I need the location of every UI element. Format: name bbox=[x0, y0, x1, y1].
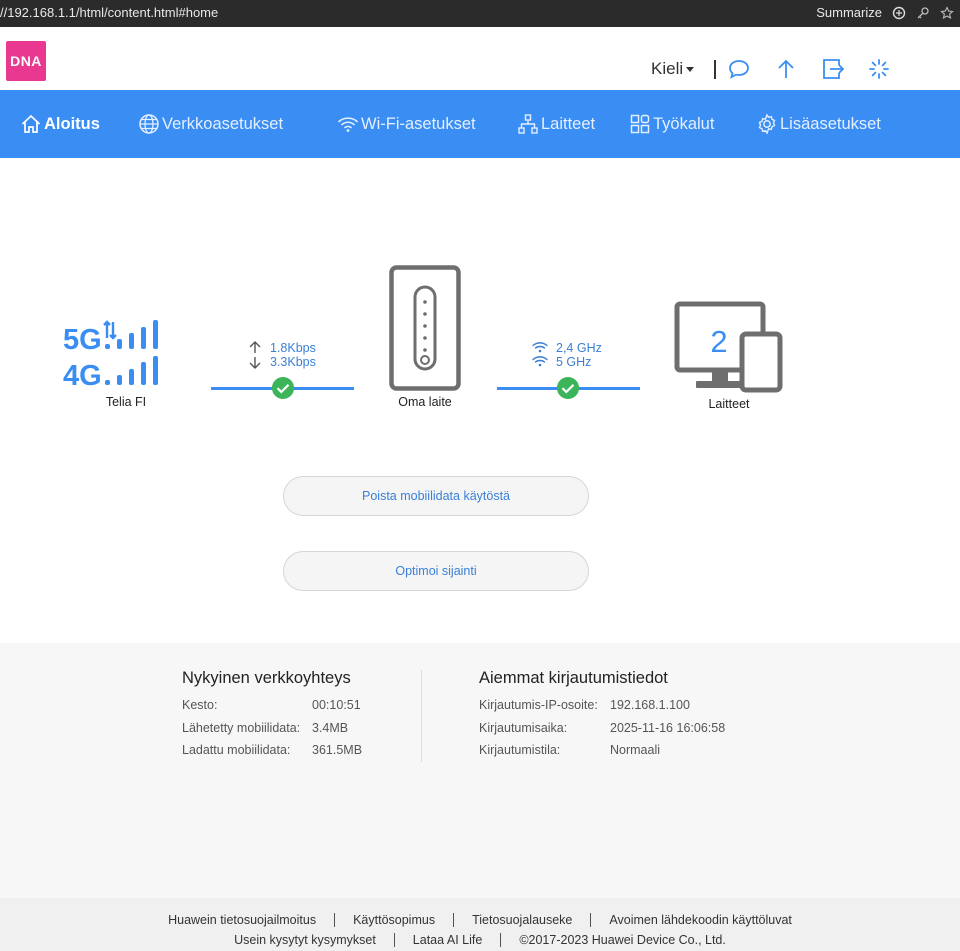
operator-name: Telia FI bbox=[105, 395, 147, 409]
signal-5g-text: 5G bbox=[63, 324, 102, 356]
router-label: Oma laite bbox=[398, 395, 452, 409]
footer-separator bbox=[334, 913, 336, 927]
main-nav: Aloitus Verkkoasetukset Wi-Fi-asetukset … bbox=[0, 90, 960, 158]
connection-title: Nykyinen verkkoyhteys bbox=[182, 669, 351, 687]
language-dropdown[interactable]: Kieli bbox=[651, 59, 695, 79]
duration-value: 00:10:51 bbox=[312, 698, 361, 712]
nav-item-advanced[interactable]: Lisäasetukset bbox=[756, 90, 881, 158]
upload-speed: 1.8Kbps bbox=[270, 341, 316, 355]
nav-label-home: Aloitus bbox=[44, 114, 100, 133]
download-speed: 3.3Kbps bbox=[270, 355, 316, 369]
disable-mobile-data-button[interactable]: Poista mobiilidata käytöstä bbox=[283, 476, 589, 516]
received-data-label: Ladattu mobiilidata: bbox=[182, 743, 291, 757]
login-time-label: Kirjautumisaika: bbox=[479, 721, 568, 735]
signal-strength-icon[interactable]: 5G 4G bbox=[62, 318, 178, 390]
browser-actions: Summarize bbox=[816, 5, 954, 20]
login-status-value: Normaali bbox=[610, 743, 661, 757]
star-icon[interactable] bbox=[940, 5, 954, 20]
faq-link[interactable]: Usein kysytyt kysymykset bbox=[234, 933, 376, 947]
dna-logo[interactable]: DNA bbox=[6, 41, 46, 81]
nav-item-devices[interactable]: Laitteet bbox=[517, 90, 595, 158]
wifi-band-5: 5 GHz bbox=[556, 355, 592, 369]
header-divider bbox=[714, 60, 716, 79]
language-label: Kieli bbox=[651, 59, 684, 78]
network-icon bbox=[518, 114, 538, 134]
footer-row-2: Usein kysytyt kysymykset Lataa AI Life ©… bbox=[0, 933, 960, 947]
update-arrow-icon[interactable] bbox=[774, 57, 798, 81]
login-title: Aiemmat kirjautumistiedot bbox=[479, 669, 668, 687]
wifi-band-24: 2,4 GHz bbox=[556, 341, 602, 355]
address-url[interactable]: //192.168.1.1/html/content.html#home bbox=[0, 5, 218, 20]
loading-spinner-icon bbox=[869, 59, 889, 79]
footer: Huawein tietosuojailmoitus Käyttösopimus… bbox=[0, 898, 960, 951]
key-icon[interactable] bbox=[916, 6, 930, 20]
terms-link[interactable]: Käyttösopimus bbox=[353, 913, 435, 927]
globe-icon bbox=[139, 114, 159, 134]
duration-label: Kesto: bbox=[182, 698, 218, 712]
devices-icon[interactable]: 2 bbox=[674, 301, 784, 393]
home-status-panel: 5G 4G Telia FI 1.8Kbps 3.3Kbps Oma laite bbox=[0, 158, 960, 643]
received-data-value: 361.5MB bbox=[312, 743, 363, 757]
optimize-location-button[interactable]: Optimoi sijainti bbox=[283, 551, 589, 591]
footer-separator bbox=[393, 933, 395, 947]
logout-icon[interactable] bbox=[821, 57, 845, 81]
open-source-licenses-link[interactable]: Avoimen lähdekoodin käyttöluvat bbox=[609, 913, 792, 927]
tools-icon bbox=[630, 114, 650, 134]
info-divider bbox=[421, 670, 422, 762]
privacy-notice-link[interactable]: Huawein tietosuojailmoitus bbox=[168, 913, 316, 927]
wifi-icon bbox=[532, 356, 548, 367]
login-time-value: 2025-11-16 16:06:58 bbox=[610, 721, 726, 735]
browser-address-bar: //192.168.1.1/html/content.html#home Sum… bbox=[0, 0, 960, 27]
summarize-button[interactable]: Summarize bbox=[816, 5, 882, 20]
gear-icon bbox=[758, 113, 776, 135]
nav-item-home[interactable]: Aloitus bbox=[20, 90, 100, 158]
nav-item-tools[interactable]: Työkalut bbox=[629, 90, 714, 158]
check-icon bbox=[557, 377, 579, 399]
copilot-icon[interactable] bbox=[892, 6, 906, 20]
signal-4g-text: 4G bbox=[63, 360, 102, 390]
info-section: Nykyinen verkkoyhteys Kesto: 00:10:51 Lä… bbox=[0, 643, 960, 898]
top-header: DNA Kieli bbox=[0, 27, 960, 90]
privacy-statement-link[interactable]: Tietosuojalauseke bbox=[472, 913, 572, 927]
device-count: 2 bbox=[710, 324, 727, 359]
home-icon bbox=[21, 114, 41, 133]
sent-data-value: 3.4MB bbox=[312, 721, 349, 735]
wifi-icon bbox=[532, 342, 548, 353]
nav-label-wifi: Wi-Fi-asetukset bbox=[361, 114, 476, 133]
wifi-icon bbox=[338, 117, 358, 132]
copyright-text: ©2017-2023 Huawei Device Co., Ltd. bbox=[519, 933, 726, 947]
up-down-arrows-icon bbox=[249, 341, 261, 369]
login-ip-label: Kirjautumis-IP-osoite: bbox=[479, 698, 598, 712]
download-ai-life-link[interactable]: Lataa AI Life bbox=[413, 933, 483, 947]
check-icon bbox=[272, 377, 294, 399]
caret-down-icon bbox=[686, 67, 695, 73]
footer-separator bbox=[590, 913, 592, 927]
devices-label: Laitteet bbox=[708, 397, 750, 411]
nav-item-wifi[interactable]: Wi-Fi-asetukset bbox=[337, 90, 476, 158]
nav-label-network: Verkkoasetukset bbox=[162, 114, 284, 133]
login-ip-value: 192.168.1.100 bbox=[610, 698, 690, 712]
nav-label-advanced: Lisäasetukset bbox=[780, 114, 881, 133]
nav-label-devices: Laitteet bbox=[541, 114, 596, 133]
login-status-label: Kirjautumistila: bbox=[479, 743, 561, 757]
footer-separator bbox=[453, 913, 455, 927]
footer-separator bbox=[500, 933, 502, 947]
footer-row-1: Huawein tietosuojailmoitus Käyttösopimus… bbox=[0, 913, 960, 927]
nav-label-tools: Työkalut bbox=[653, 114, 715, 133]
message-icon[interactable] bbox=[727, 57, 751, 81]
router-icon[interactable] bbox=[389, 265, 461, 391]
nav-item-network[interactable]: Verkkoasetukset bbox=[138, 90, 283, 158]
sent-data-label: Lähetetty mobiilidata: bbox=[182, 721, 301, 735]
